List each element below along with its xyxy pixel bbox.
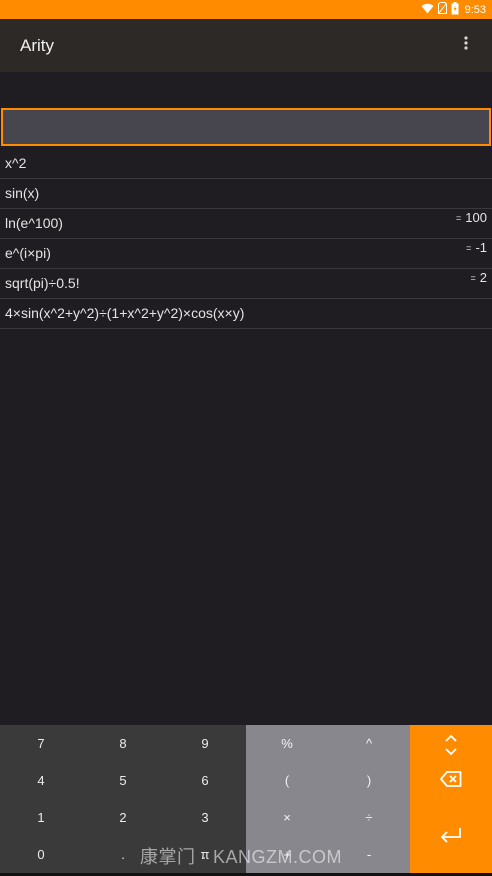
history-expression: sqrt(pi)÷0.5!: [5, 275, 80, 291]
app-title: Arity: [20, 36, 54, 55]
key-6[interactable]: 6: [164, 762, 246, 799]
battery-icon: [451, 1, 459, 18]
history-item[interactable]: 4×sin(x^2+y^2)÷(1+x^2+y^2)×cos(x×y): [0, 299, 492, 329]
history-list: x^2 sin(x) ln(e^100) = 100 e^(i×pi) = -1 s…: [0, 149, 492, 329]
key-percent[interactable]: %: [246, 725, 328, 762]
key-3[interactable]: 3: [164, 799, 246, 836]
history-item[interactable]: ln(e^100) = 100: [0, 209, 492, 239]
history-result: = 100: [456, 210, 487, 225]
status-time: 9:53: [464, 3, 486, 16]
enter-button[interactable]: [410, 817, 492, 857]
history-result-value: 2: [479, 270, 487, 285]
expand-keypad-button[interactable]: [410, 729, 492, 765]
history-result-value: 100: [465, 210, 487, 225]
key-5[interactable]: 5: [82, 762, 164, 799]
expand-icon: [444, 734, 458, 761]
history-expression: e^(i×pi): [5, 245, 51, 261]
backspace-icon: [440, 770, 462, 792]
history-item[interactable]: sin(x): [0, 179, 492, 209]
key-power[interactable]: ^: [328, 725, 410, 762]
app-bar: Arity: [0, 19, 492, 72]
sim-icon: [437, 2, 447, 17]
action-pad: [410, 725, 492, 873]
main-area: x^2 sin(x) ln(e^100) = 100 e^(i×pi) = -1 s…: [0, 72, 492, 725]
history-expression: sin(x): [5, 185, 40, 201]
history-result-value: -1: [475, 240, 487, 255]
key-1[interactable]: 1: [0, 799, 82, 836]
backspace-button[interactable]: [410, 765, 492, 797]
key-close-paren[interactable]: ): [328, 762, 410, 799]
history-result: = -1: [466, 240, 487, 255]
history-item[interactable]: e^(i×pi) = -1: [0, 239, 492, 269]
wifi-icon: [421, 3, 434, 17]
watermark: 康掌门 · KANGZM.COM: [140, 847, 342, 867]
equals-sign: =: [456, 213, 462, 223]
history-result: = 2: [471, 270, 488, 285]
expression-input[interactable]: [1, 108, 491, 146]
equals-sign: =: [470, 273, 476, 283]
history-item[interactable]: sqrt(pi)÷0.5! = 2: [0, 269, 492, 299]
enter-icon: [440, 827, 462, 848]
more-vert-icon: [464, 35, 468, 55]
key-open-paren[interactable]: (: [246, 762, 328, 799]
key-divide[interactable]: ÷: [328, 799, 410, 836]
overflow-menu-button[interactable]: [454, 33, 478, 57]
status-bar: 9:53: [0, 0, 492, 19]
key-0[interactable]: 0: [0, 836, 82, 873]
key-9[interactable]: 9: [164, 725, 246, 762]
key-4[interactable]: 4: [0, 762, 82, 799]
history-expression: ln(e^100): [5, 215, 63, 231]
history-item[interactable]: x^2: [0, 149, 492, 179]
key-multiply[interactable]: ×: [246, 799, 328, 836]
key-8[interactable]: 8: [82, 725, 164, 762]
key-7[interactable]: 7: [0, 725, 82, 762]
status-icons: 9:53: [421, 1, 486, 18]
history-expression: 4×sin(x^2+y^2)÷(1+x^2+y^2)×cos(x×y): [5, 305, 245, 321]
history-expression: x^2: [5, 155, 27, 171]
key-2[interactable]: 2: [82, 799, 164, 836]
equals-sign: =: [466, 243, 472, 253]
